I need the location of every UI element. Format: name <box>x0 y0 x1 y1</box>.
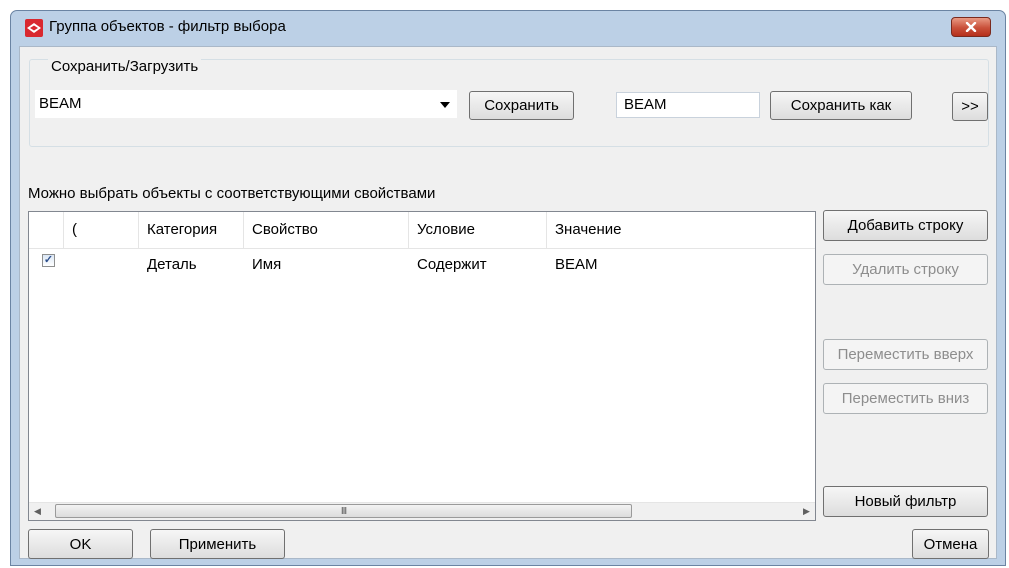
close-button[interactable] <box>951 17 991 37</box>
column-header-property[interactable]: Свойство <box>244 212 409 248</box>
row-condition-cell[interactable]: Содержит <box>417 256 487 273</box>
save-as-button[interactable]: Сохранить как <box>770 91 912 120</box>
column-header-paren[interactable]: ( <box>64 212 139 248</box>
column-header-check <box>29 212 64 248</box>
new-filter-button[interactable]: Новый фильтр <box>823 486 988 517</box>
more-button[interactable]: >> <box>952 92 988 121</box>
add-row-button[interactable]: Добавить строку <box>823 210 988 241</box>
filter-table[interactable]: ( Категория Свойство Условие Значение ✓ … <box>28 211 816 521</box>
filter-name-field[interactable]: BEAM <box>616 92 760 118</box>
column-header-condition[interactable]: Условие <box>409 212 547 248</box>
cancel-button[interactable]: Отмена <box>912 529 989 559</box>
column-header-value[interactable]: Значение <box>547 212 816 248</box>
row-category-cell[interactable]: Деталь <box>147 256 197 273</box>
ok-button[interactable]: OK <box>28 529 133 559</box>
app-logo-icon <box>25 19 43 37</box>
horizontal-scrollbar[interactable]: ◀ III ▶ <box>29 502 815 520</box>
filter-dialog: Группа объектов - фильтр выбора Сохранит… <box>10 10 1006 566</box>
scrollbar-thumb[interactable]: III <box>55 504 632 518</box>
title-bar[interactable]: Группа объектов - фильтр выбора <box>11 11 1005 45</box>
filter-select-value: BEAM <box>39 95 82 112</box>
column-header-category[interactable]: Категория <box>139 212 244 248</box>
dialog-body: Сохранить/Загрузить BEAM Сохранить BEAM … <box>19 46 997 559</box>
scroll-left-icon[interactable]: ◀ <box>29 503 46 520</box>
move-up-button[interactable]: Переместить вверх <box>823 339 988 370</box>
table-row[interactable]: ✓ Деталь Имя Содержит BEAM <box>29 249 815 279</box>
row-property-cell[interactable]: Имя <box>252 256 281 273</box>
filter-select[interactable]: BEAM <box>35 90 457 118</box>
row-value-cell[interactable]: BEAM <box>555 256 598 273</box>
chevron-down-icon[interactable] <box>440 102 450 108</box>
filter-hint: Можно выбрать объекты с соответствующими… <box>28 185 436 202</box>
close-icon <box>965 22 977 32</box>
scroll-right-icon[interactable]: ▶ <box>798 503 815 520</box>
row-enabled-checkbox[interactable]: ✓ <box>42 254 55 267</box>
save-load-label: Сохранить/Загрузить <box>48 58 202 75</box>
apply-button[interactable]: Применить <box>150 529 285 559</box>
table-header: ( Категория Свойство Условие Значение <box>29 212 815 249</box>
delete-row-button[interactable]: Удалить строку <box>823 254 988 285</box>
window-title: Группа объектов - фильтр выбора <box>49 18 286 35</box>
save-button[interactable]: Сохранить <box>469 91 574 120</box>
move-down-button[interactable]: Переместить вниз <box>823 383 988 414</box>
